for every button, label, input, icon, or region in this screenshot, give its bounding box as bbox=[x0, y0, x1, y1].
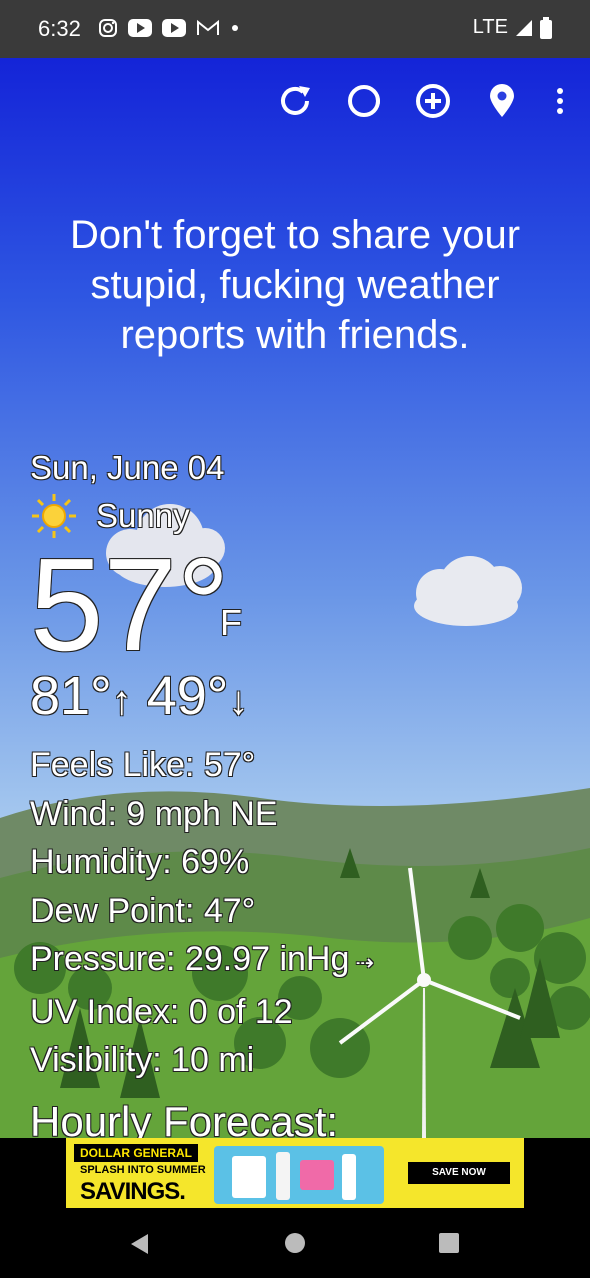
theme-icon bbox=[348, 85, 380, 117]
battery-icon bbox=[540, 16, 552, 39]
recents-icon[interactable] bbox=[438, 1232, 460, 1254]
arrow-right-icon: ⇢ bbox=[349, 950, 374, 975]
status-bar: 6:32 LTE bbox=[0, 0, 590, 58]
gmail-icon bbox=[197, 19, 219, 35]
visibility: Visibility: 10 mi bbox=[30, 1041, 255, 1079]
status-right: LTE bbox=[473, 16, 552, 39]
refresh-icon bbox=[281, 86, 310, 115]
overflow-menu-icon bbox=[557, 88, 563, 114]
feels-like: Feels Like: 57° bbox=[30, 746, 256, 784]
top-toolbar bbox=[276, 82, 568, 120]
navigation-bar bbox=[0, 1208, 590, 1278]
arrow-down-icon: ↓ bbox=[228, 679, 249, 723]
hourly-forecast-heading: Hourly Forecast: bbox=[30, 1098, 339, 1138]
ad-cta-button[interactable]: SAVE NOW bbox=[408, 1162, 510, 1184]
humidity: Humidity: 69% bbox=[30, 843, 250, 881]
add-location-icon bbox=[416, 84, 450, 118]
theme-button[interactable] bbox=[345, 82, 383, 120]
add-location-button[interactable] bbox=[414, 82, 452, 120]
pressure-row: Pressure: 29.97 inHg ⇢ bbox=[30, 935, 374, 988]
location-pin-icon bbox=[490, 84, 514, 117]
ad-banner[interactable]: DOLLAR GENERAL SPLASH INTO SUMMER SAVING… bbox=[66, 1138, 524, 1208]
ad-headline: SAVINGS. bbox=[80, 1178, 186, 1205]
current-conditions: Sun, June 04 Sunny 57° F 81°↑ 49°↓ Feels… bbox=[30, 448, 374, 1085]
current-temperature: 57° bbox=[30, 531, 230, 678]
youtube-icon bbox=[162, 19, 186, 37]
home-icon[interactable] bbox=[284, 1232, 306, 1254]
weather-scene: Don't forget to share your stupid, fucki… bbox=[0, 58, 590, 1138]
instagram-icon bbox=[99, 19, 117, 37]
location-button[interactable] bbox=[483, 82, 521, 120]
headline-message: Don't forget to share your stupid, fucki… bbox=[69, 213, 521, 357]
overflow-menu-button[interactable] bbox=[552, 82, 568, 120]
cloud bbox=[414, 556, 522, 626]
notification-icons bbox=[98, 18, 240, 38]
network-type: LTE bbox=[472, 16, 508, 38]
signal-icon bbox=[516, 19, 532, 36]
arrow-up-icon: ↑ bbox=[111, 679, 132, 723]
ad-brand: DOLLAR GENERAL bbox=[74, 1144, 198, 1162]
ad-tagline: SPLASH INTO SUMMER bbox=[80, 1164, 206, 1176]
dew-point: Dew Point: 47° bbox=[30, 891, 256, 930]
wind: Wind: 9 mph NE bbox=[30, 794, 278, 833]
date-label: Sun, June 04 bbox=[30, 449, 225, 486]
uv-index: UV Index: 0 of 12 bbox=[30, 992, 293, 1031]
ad-product-image bbox=[214, 1146, 384, 1204]
weather-details: Feels Like: 57° Wind: 9 mph NE Humidity:… bbox=[30, 741, 374, 1085]
refresh-button[interactable] bbox=[276, 82, 314, 120]
pressure: Pressure: 29.97 inHg bbox=[30, 940, 350, 978]
back-icon[interactable] bbox=[128, 1232, 152, 1256]
status-time: 6:32 bbox=[38, 16, 81, 41]
youtube-icon bbox=[128, 19, 152, 37]
temperature-row: 57° F bbox=[30, 531, 374, 678]
condition-label: Sunny bbox=[96, 497, 190, 534]
dot-icon bbox=[232, 25, 238, 31]
temperature-unit: F bbox=[220, 602, 242, 643]
